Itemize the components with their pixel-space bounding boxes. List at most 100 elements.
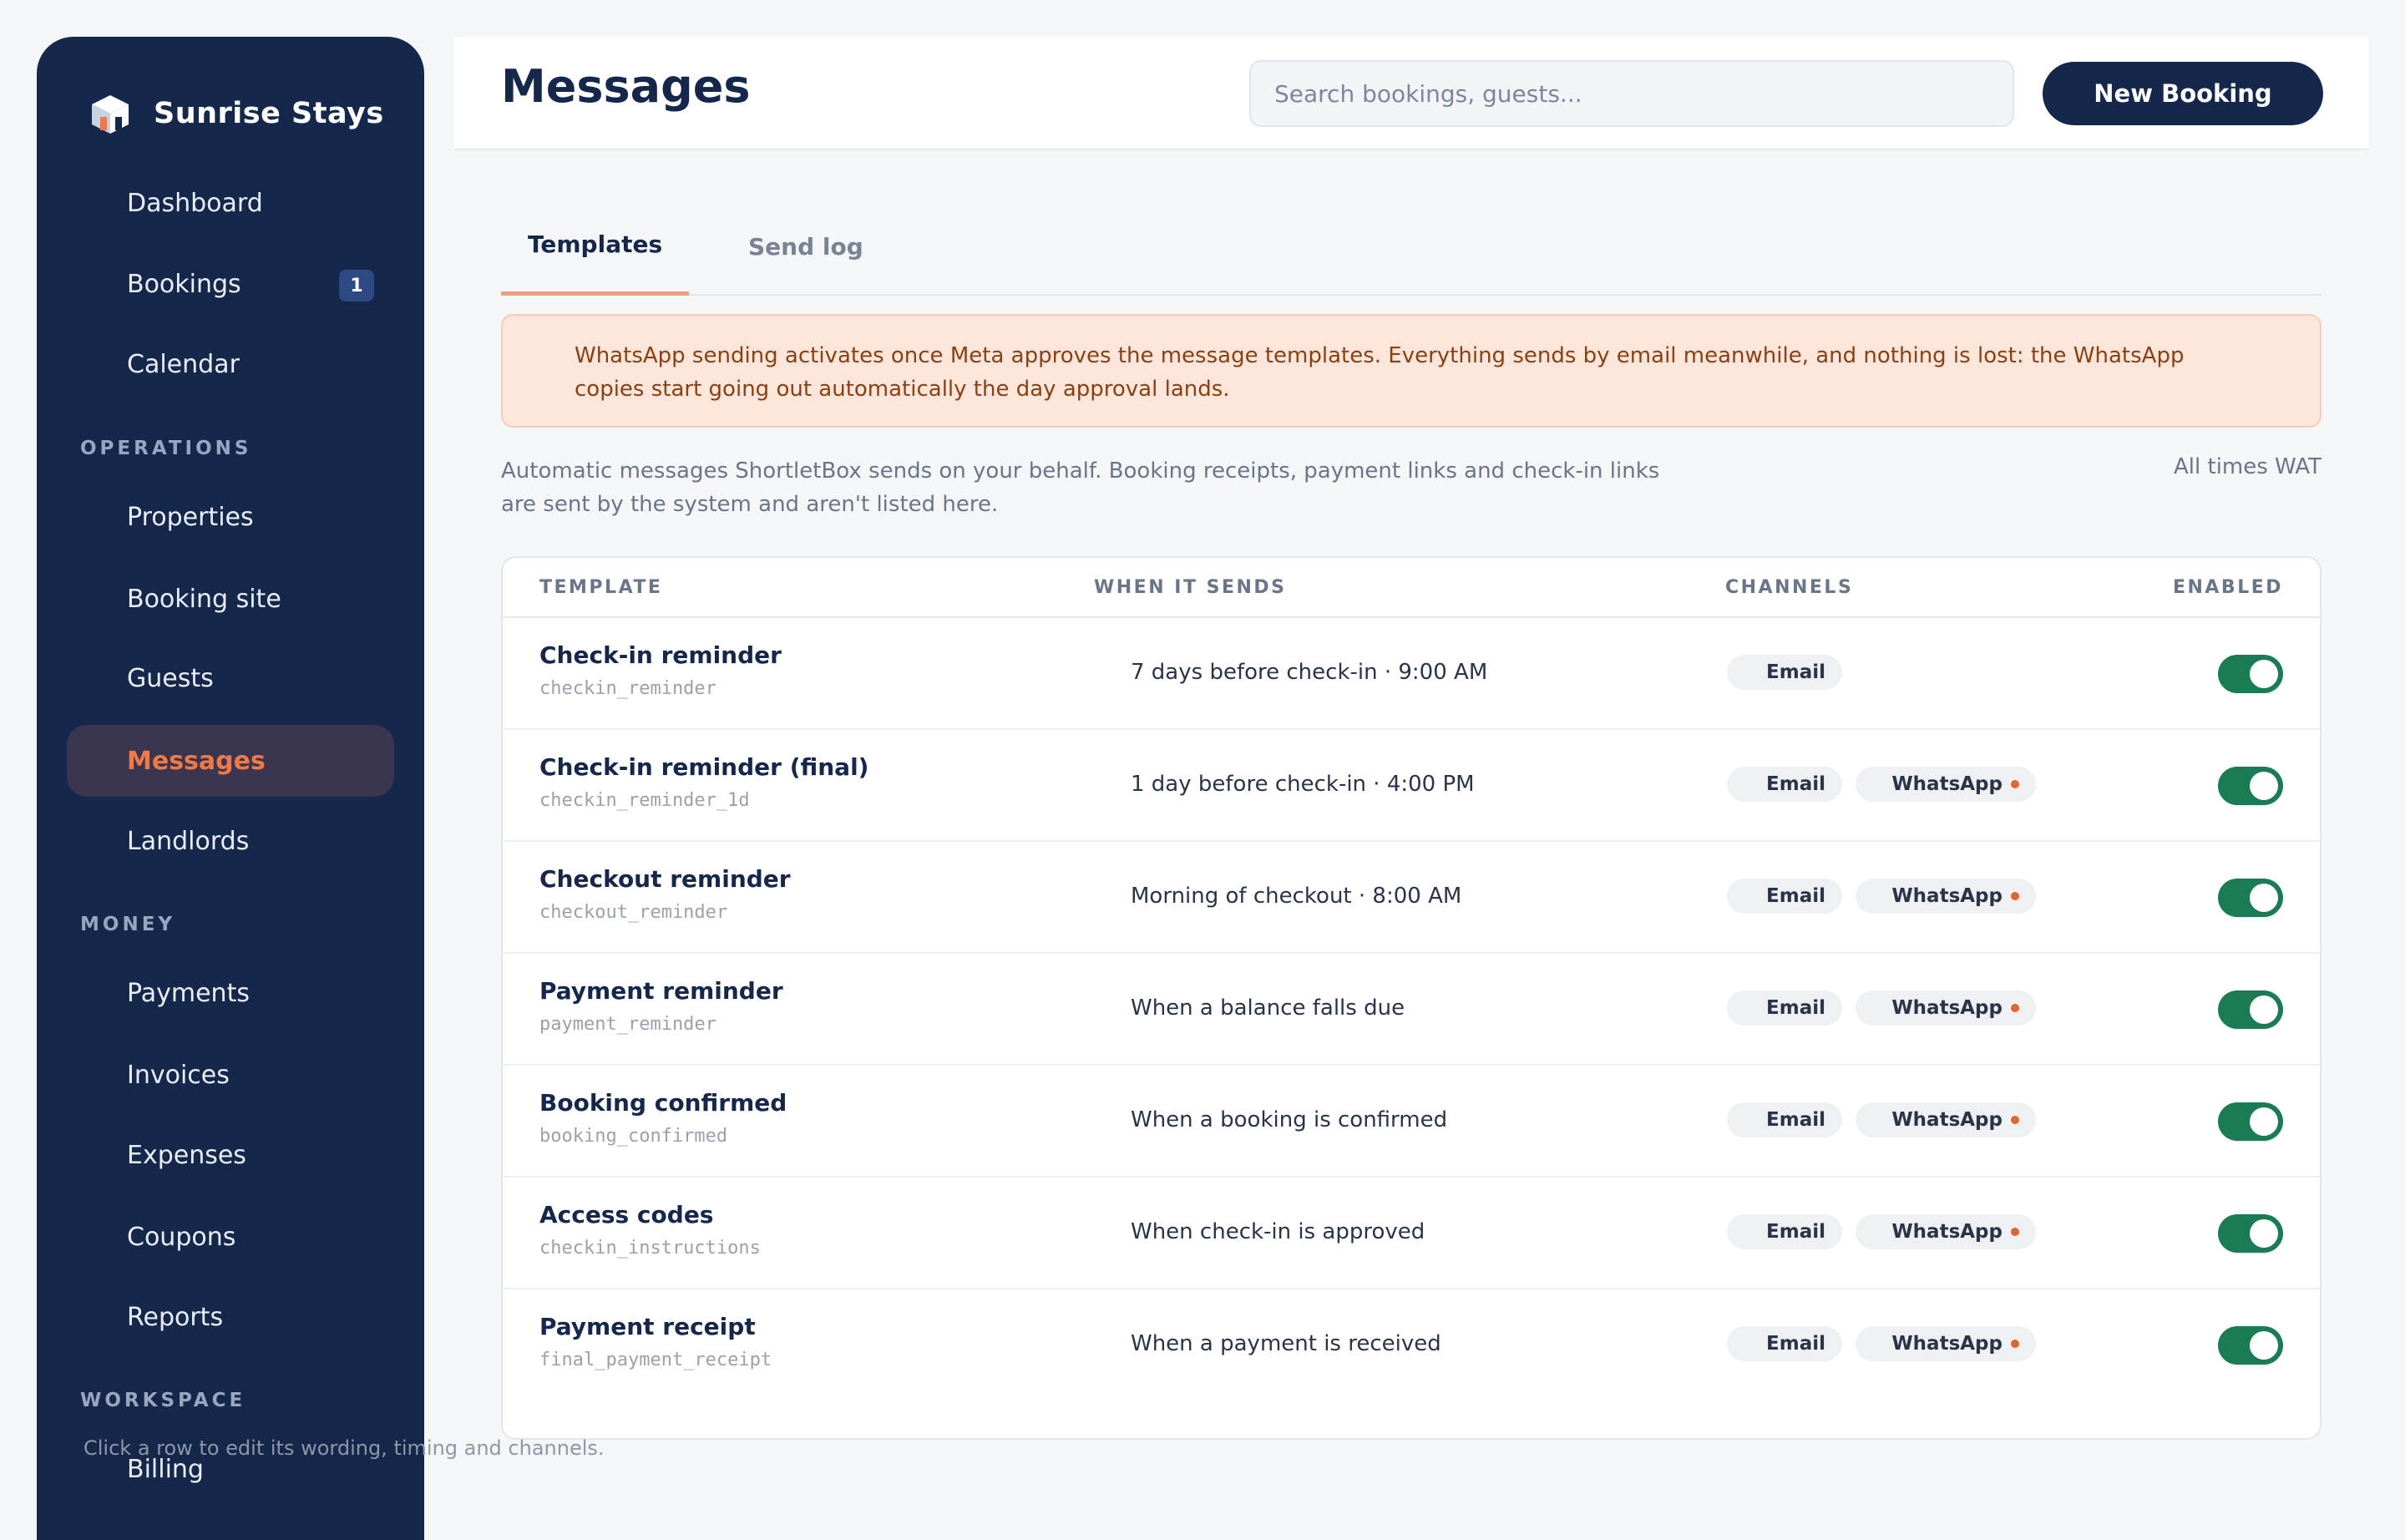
email-channel-chip: Email xyxy=(1727,1102,1842,1137)
sidebar-item-bookings[interactable]: Bookings 1 xyxy=(67,248,394,320)
sidebar-item-label: Landlords xyxy=(127,826,250,856)
main-content: Messages New Booking Templates Send log … xyxy=(454,37,2368,1503)
bookings-count-badge: 1 xyxy=(339,270,374,301)
enabled-toggle[interactable] xyxy=(2218,767,2283,805)
sidebar-item-messages[interactable]: Messages xyxy=(67,725,394,797)
table-footnote: Click a row to edit its wording, timing … xyxy=(84,1436,605,1460)
email-channel-chip: Email xyxy=(1727,767,1842,802)
whatsapp-approval-banner: WhatsApp sending activates once Meta app… xyxy=(501,314,2321,428)
email-channel-chip: Email xyxy=(1727,879,1842,914)
template-name: Booking confirmed xyxy=(539,1089,787,1117)
whatsapp-chip-label: WhatsApp xyxy=(1891,1221,2002,1243)
tab-templates[interactable]: Templates xyxy=(501,197,690,296)
pending-dot-icon xyxy=(2011,1340,2019,1348)
timezone-label: All times WAT xyxy=(2174,454,2321,479)
column-header-channels: CHANNELS xyxy=(1725,576,1854,598)
table-row[interactable]: Payment receipt final_payment_receipt Wh… xyxy=(503,1289,2320,1401)
template-key: booking_confirmed xyxy=(539,1126,728,1147)
search-input[interactable] xyxy=(1249,60,2014,127)
top-bar: Messages New Booking xyxy=(454,37,2368,150)
template-name: Checkout reminder xyxy=(539,865,791,893)
brand[interactable]: Sunrise Stays xyxy=(89,80,384,147)
enabled-toggle[interactable] xyxy=(2218,1102,2283,1141)
template-key: payment_reminder xyxy=(539,1014,716,1035)
nav-section-workspace: WORKSPACE xyxy=(80,1390,246,1411)
page-title: Messages xyxy=(501,60,751,113)
sidebar-item-expenses[interactable]: Expenses xyxy=(67,1119,394,1191)
email-channel-chip: Email xyxy=(1727,1214,1842,1249)
whatsapp-chip-label: WhatsApp xyxy=(1891,1333,2002,1355)
template-name: Check-in reminder (final) xyxy=(539,753,869,781)
send-timing: 7 days before check-in · 9:00 AM xyxy=(1131,660,1488,685)
send-timing: Morning of checkout · 8:00 AM xyxy=(1131,884,1462,909)
send-timing: When a balance falls due xyxy=(1131,995,1405,1021)
sidebar-item-coupons[interactable]: Coupons xyxy=(67,1201,394,1273)
table-row[interactable]: Access codes checkin_instructions When c… xyxy=(503,1178,2320,1289)
cube-logo-icon xyxy=(92,95,129,134)
whatsapp-channel-chip: WhatsApp xyxy=(1856,1214,2036,1249)
sidebar-item-label: Expenses xyxy=(127,1140,246,1170)
enabled-toggle[interactable] xyxy=(2218,655,2283,693)
pending-dot-icon xyxy=(2011,1116,2019,1124)
sidebar-item-label: Invoices xyxy=(127,1060,230,1090)
whatsapp-channel-chip: WhatsApp xyxy=(1856,879,2036,914)
pending-dot-icon xyxy=(2011,1228,2019,1236)
whatsapp-chip-label: WhatsApp xyxy=(1891,1109,2002,1131)
table-row[interactable]: Payment reminder payment_reminder When a… xyxy=(503,954,2320,1066)
template-key: checkin_instructions xyxy=(539,1238,761,1259)
whatsapp-chip-label: WhatsApp xyxy=(1891,885,2002,907)
templates-table: TEMPLATE WHEN IT SENDS CHANNELS ENABLED … xyxy=(501,556,2321,1440)
column-header-when: WHEN IT SENDS xyxy=(1094,576,1287,598)
sidebar-item-payments[interactable]: Payments xyxy=(67,957,394,1029)
enabled-toggle[interactable] xyxy=(2218,1326,2283,1365)
sidebar-item-landlords[interactable]: Landlords xyxy=(67,805,394,877)
sidebar-item-label: Calendar xyxy=(127,349,240,379)
whatsapp-channel-chip: WhatsApp xyxy=(1856,1326,2036,1361)
send-timing: When a booking is confirmed xyxy=(1131,1107,1448,1132)
column-header-enabled: ENABLED xyxy=(2172,576,2283,598)
sidebar-item-dashboard[interactable]: Dashboard xyxy=(67,167,394,239)
table-row[interactable]: Check-in reminder checkin_reminder 7 day… xyxy=(503,618,2320,730)
sidebar-item-booking-site[interactable]: Booking site xyxy=(67,563,394,635)
enabled-toggle[interactable] xyxy=(2218,879,2283,917)
table-row[interactable]: Checkout reminder checkout_reminder Morn… xyxy=(503,842,2320,954)
table-row[interactable]: Check-in reminder (final) checkin_remind… xyxy=(503,730,2320,842)
brand-name: Sunrise Stays xyxy=(154,97,384,130)
tab-send-log[interactable]: Send log xyxy=(748,197,863,296)
new-booking-button[interactable]: New Booking xyxy=(2043,62,2323,125)
sidebar-item-calendar[interactable]: Calendar xyxy=(67,328,394,400)
sidebar-item-invoices[interactable]: Invoices xyxy=(67,1039,394,1111)
enabled-toggle[interactable] xyxy=(2218,990,2283,1029)
sidebar-item-label: Properties xyxy=(127,502,254,532)
table-row[interactable]: Booking confirmed booking_confirmed When… xyxy=(503,1066,2320,1178)
sidebar-item-label: Booking site xyxy=(127,584,281,614)
sidebar-item-label: Coupons xyxy=(127,1222,236,1252)
template-name: Payment reminder xyxy=(539,977,783,1005)
email-channel-chip: Email xyxy=(1727,655,1842,690)
sidebar-item-properties[interactable]: Properties xyxy=(67,481,394,553)
column-header-template: TEMPLATE xyxy=(539,576,663,598)
sidebar-item-label: Dashboard xyxy=(127,188,263,218)
send-timing: When check-in is approved xyxy=(1131,1219,1425,1244)
whatsapp-channel-chip: WhatsApp xyxy=(1856,767,2036,802)
nav-section-operations: OPERATIONS xyxy=(80,438,252,459)
template-name: Access codes xyxy=(539,1201,714,1228)
whatsapp-chip-label: WhatsApp xyxy=(1891,997,2002,1019)
sidebar-item-reports[interactable]: Reports xyxy=(67,1281,394,1353)
template-name: Payment receipt xyxy=(539,1313,756,1340)
tab-bar: Templates Send log xyxy=(501,197,2321,296)
whatsapp-channel-chip: WhatsApp xyxy=(1856,1102,2036,1137)
whatsapp-chip-label: WhatsApp xyxy=(1891,773,2002,795)
sidebar-item-label: Payments xyxy=(127,978,250,1008)
pending-dot-icon xyxy=(2011,892,2019,900)
template-key: checkout_reminder xyxy=(539,902,728,923)
nav-section-money: MONEY xyxy=(80,914,176,935)
template-key: final_payment_receipt xyxy=(539,1350,772,1370)
template-name: Check-in reminder xyxy=(539,641,782,669)
sidebar-item-label: Guests xyxy=(127,663,214,693)
enabled-toggle[interactable] xyxy=(2218,1214,2283,1253)
pending-dot-icon xyxy=(2011,1004,2019,1012)
email-channel-chip: Email xyxy=(1727,1326,1842,1361)
sidebar: Sunrise Stays Dashboard Bookings 1 Calend… xyxy=(37,37,424,1540)
sidebar-item-guests[interactable]: Guests xyxy=(67,642,394,714)
